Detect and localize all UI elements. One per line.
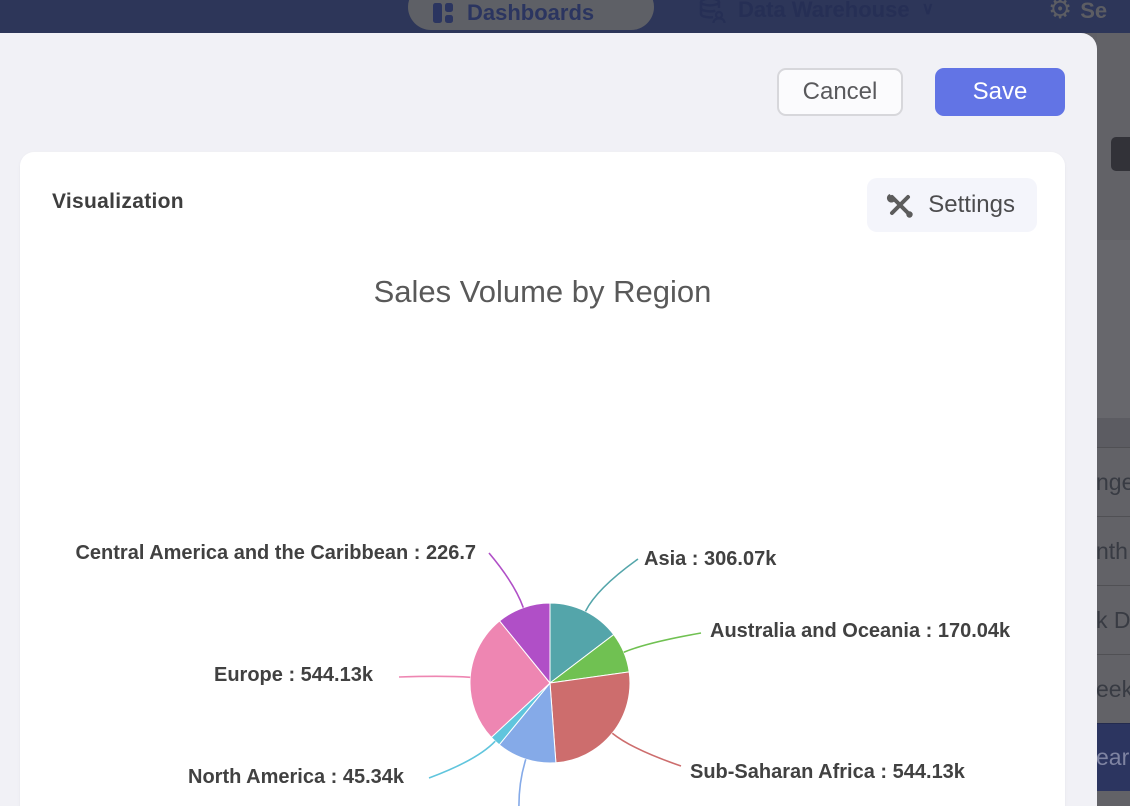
page-band	[1097, 240, 1130, 418]
option-list-fragment: nge nth k D eek ear	[1097, 447, 1130, 791]
chart-settings-label: Settings	[928, 191, 1015, 219]
screen: Dashboards Data Warehouse ∨ ⚙ Se nge nth	[0, 0, 1130, 806]
app-topbar: Dashboards Data Warehouse ∨ ⚙ Se	[0, 0, 1130, 33]
list-item: nge	[1097, 447, 1130, 516]
list-item: eek	[1097, 654, 1130, 723]
edit-visualization-modal: Cancel Save Visualization Settings	[0, 33, 1097, 806]
nav-dashboards: Dashboards	[408, 0, 654, 30]
list-item: k D	[1097, 585, 1130, 654]
list-item: nth	[1097, 516, 1130, 585]
nav-data-warehouse: Data Warehouse ∨	[698, 0, 934, 33]
gear-icon: ⚙	[1048, 0, 1072, 23]
visualization-card: Visualization Settings Sales Volume by R…	[20, 152, 1065, 806]
list-item-selected: ear	[1097, 723, 1130, 791]
chart-title: Sales Volume by Region	[20, 274, 1065, 310]
dark-button-fragment	[1111, 137, 1130, 171]
cancel-button[interactable]: Cancel	[777, 68, 903, 116]
save-button[interactable]: Save	[935, 68, 1065, 116]
database-icon	[698, 0, 726, 26]
chevron-down-icon: ∨	[922, 0, 934, 19]
nav-data-warehouse-label: Data Warehouse	[738, 0, 910, 23]
nav-settings-label: Se	[1080, 0, 1107, 24]
dimmed-page-strip: nge nth k D eek ear	[1097, 33, 1130, 806]
tools-icon	[885, 190, 915, 220]
card-header: Visualization Settings	[20, 152, 1065, 252]
chart-settings-button[interactable]: Settings	[867, 178, 1037, 232]
page-header-band	[1097, 418, 1130, 447]
nav-settings: ⚙ Se	[1048, 0, 1107, 24]
nav-dashboards-label: Dashboards	[467, 0, 594, 26]
section-title: Visualization	[52, 190, 184, 214]
dashboard-icon	[432, 2, 454, 24]
